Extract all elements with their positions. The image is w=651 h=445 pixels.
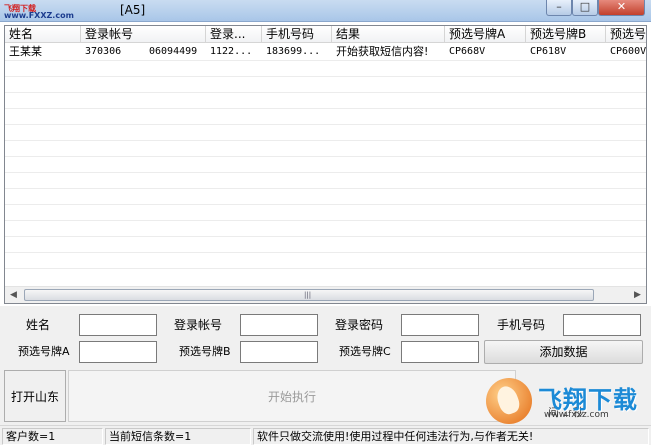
plate-c-label: 预选号牌C bbox=[339, 345, 391, 358]
cell-name: 王某某 bbox=[9, 45, 42, 58]
window-title: [A5] bbox=[120, 3, 146, 17]
close-button[interactable]: ✕ bbox=[598, 0, 645, 16]
title-bar: 飞翔下载 www.FXXZ.com [A5] – □ ✕ bbox=[0, 0, 651, 22]
status-bar: 客户数=1 当前短信条数=1 软件只做交流使用!使用过程中任何违法行为,与作者无… bbox=[0, 425, 651, 445]
plate-a-label: 预选号牌A bbox=[18, 345, 70, 358]
bird-logo-icon bbox=[486, 378, 532, 424]
grid-line bbox=[5, 156, 646, 157]
grid-line bbox=[5, 140, 646, 141]
column-header-login[interactable]: 登录... bbox=[206, 26, 262, 43]
start-execute-button[interactable]: 开始执行 bbox=[68, 370, 516, 422]
grip-icon: ||| bbox=[304, 291, 312, 299]
grid-line bbox=[5, 172, 646, 173]
horizontal-scrollbar[interactable]: ◀ ||| ▶ bbox=[5, 286, 646, 303]
grid-line bbox=[5, 236, 646, 237]
add-data-button[interactable]: 添加数据 bbox=[484, 340, 643, 364]
grid-line bbox=[5, 220, 646, 221]
close-icon: ✕ bbox=[616, 0, 627, 13]
client-count-status: 客户数=1 bbox=[2, 428, 103, 445]
column-header-plate-b[interactable]: 预选号牌B bbox=[526, 26, 606, 43]
open-shandong-button[interactable]: 打开山东 bbox=[4, 370, 66, 422]
data-listview[interactable]: 姓名 登录帐号 登录... 手机号码 结果 预选号牌A 预选号牌B 预选号 王某… bbox=[4, 25, 647, 304]
password-label: 登录密码 bbox=[335, 318, 384, 332]
plate-a-input[interactable] bbox=[79, 341, 157, 363]
logo-url: www.FXXZ.com bbox=[4, 11, 74, 20]
plate-b-input[interactable] bbox=[240, 341, 318, 363]
column-header-result[interactable]: 结果 bbox=[332, 26, 445, 43]
sms-count-status: 当前短信条数=1 bbox=[105, 428, 251, 445]
account-label: 登录帐号 bbox=[174, 318, 223, 332]
table-row[interactable]: 王某某 370306 06094499 1122... 183699... 开始… bbox=[5, 44, 646, 60]
cell-result: 开始获取短信内容! bbox=[336, 45, 429, 58]
phone-input[interactable] bbox=[563, 314, 641, 336]
cell-account-part2: 06094499 bbox=[149, 46, 198, 57]
password-input[interactable] bbox=[401, 314, 479, 336]
plate-c-input[interactable] bbox=[401, 341, 479, 363]
grid-line bbox=[5, 108, 646, 109]
column-header-plate-c[interactable]: 预选号 bbox=[606, 26, 646, 43]
app-logo: 飞翔下载 www.FXXZ.com bbox=[4, 3, 74, 20]
column-header-phone[interactable]: 手机号码 bbox=[262, 26, 332, 43]
cell-plate-b: CP618V bbox=[530, 46, 567, 57]
column-header-account[interactable]: 登录帐号 bbox=[81, 26, 206, 43]
cell-login: 1122... bbox=[210, 46, 253, 57]
grid-line bbox=[5, 92, 646, 93]
scrollbar-thumb[interactable]: ||| bbox=[24, 289, 594, 301]
notice-status: 软件只做交流使用!使用过程中任何违法行为,与作者无关! bbox=[253, 428, 649, 445]
name-input[interactable] bbox=[79, 314, 157, 336]
grid-line bbox=[5, 204, 646, 205]
grid-line bbox=[5, 60, 646, 61]
cell-plate-a: CP668V bbox=[449, 46, 486, 57]
grid-line bbox=[5, 252, 646, 253]
listview-header: 姓名 登录帐号 登录... 手机号码 结果 预选号牌A 预选号牌B 预选号 bbox=[5, 26, 646, 43]
grid-line bbox=[5, 268, 646, 269]
account-input[interactable] bbox=[240, 314, 318, 336]
maximize-button[interactable]: □ bbox=[572, 0, 598, 16]
watermark-url: www.fxxz.com bbox=[544, 410, 609, 420]
grid-line bbox=[5, 124, 646, 125]
grid-line bbox=[5, 188, 646, 189]
column-header-plate-a[interactable]: 预选号牌A bbox=[445, 26, 526, 43]
grid-line bbox=[5, 76, 646, 77]
name-label: 姓名 bbox=[26, 318, 51, 332]
input-form: 姓名 登录帐号 登录密码 手机号码 预选号牌A 预选号牌B 预选号牌C 添加数据 bbox=[0, 306, 651, 368]
phone-label: 手机号码 bbox=[497, 318, 546, 332]
scroll-left-icon[interactable]: ◀ bbox=[5, 287, 22, 303]
scroll-right-icon[interactable]: ▶ bbox=[629, 287, 646, 303]
watermark-logo: 飞翔下载 www.fxxz.com bbox=[486, 378, 648, 426]
cell-account-part1: 370306 bbox=[85, 46, 122, 57]
column-header-name[interactable]: 姓名 bbox=[5, 26, 81, 43]
cell-phone: 183699... bbox=[266, 46, 321, 57]
maximize-icon: □ bbox=[579, 0, 591, 13]
minimize-icon: – bbox=[556, 0, 562, 13]
cell-plate-c: CP600V bbox=[610, 46, 647, 57]
plate-b-label: 预选号牌B bbox=[179, 345, 231, 358]
minimize-button[interactable]: – bbox=[546, 0, 572, 16]
